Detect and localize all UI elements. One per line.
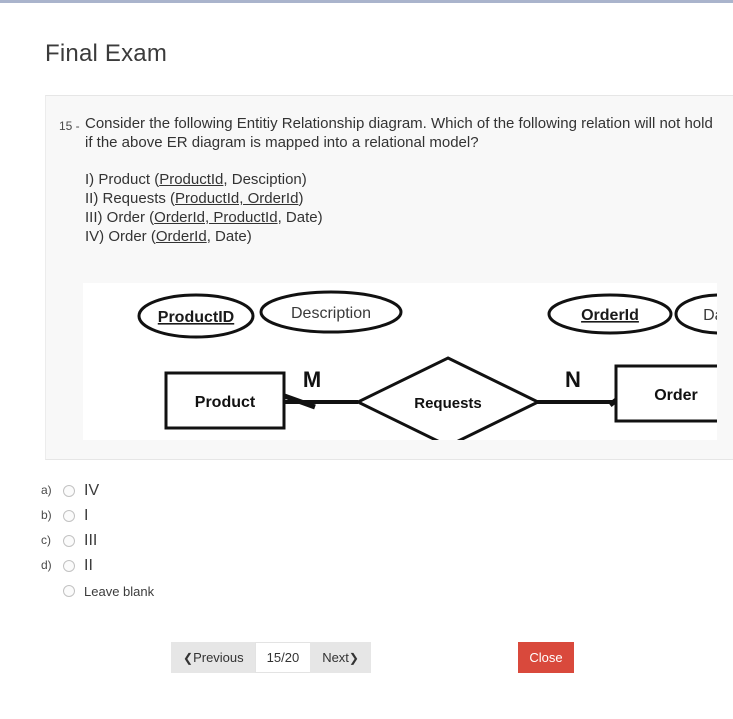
- previous-button-label: Previous: [193, 650, 244, 665]
- page-counter-label: 15/20: [266, 650, 300, 665]
- top-accent-bar: [0, 0, 733, 3]
- relationship-label: Requests: [414, 395, 482, 412]
- relation-suffix: , Date): [206, 228, 252, 245]
- attribute-label: ProductID: [158, 309, 234, 326]
- relation-suffix: , Date): [277, 209, 323, 226]
- close-button-label: Close: [529, 650, 563, 665]
- relation-key: OrderId, ProductId: [154, 209, 278, 226]
- attribute-orderid: OrderId: [547, 293, 673, 335]
- relation-suffix: ): [298, 190, 304, 207]
- relation-item: III) Order (OrderId, ProductId, Date): [85, 208, 715, 227]
- entity-label: Product: [195, 394, 256, 411]
- radio-button-c[interactable]: [63, 535, 75, 547]
- attribute-label: Description: [291, 305, 371, 322]
- relation-suffix: , Desciption): [223, 171, 307, 188]
- option-label: I: [84, 507, 89, 524]
- option-letter: b): [41, 508, 52, 522]
- option-letter: d): [41, 558, 52, 572]
- chevron-right-icon: ❯: [348, 650, 359, 665]
- relation-prefix: IV) Order (: [85, 228, 156, 245]
- relation-prefix: II) Requests (: [85, 190, 176, 207]
- question-panel: 15 - Consider the following Entitiy Rela…: [45, 95, 733, 460]
- option-row-d[interactable]: d) II: [41, 553, 441, 578]
- next-button[interactable]: Next ❯: [310, 642, 371, 673]
- attribute-label: Date: [703, 307, 717, 324]
- relation-key: OrderId: [155, 228, 207, 245]
- pagination-group: ❮ Previous 15/20 Next ❯: [171, 642, 371, 673]
- attribute-productid: ProductID: [137, 293, 255, 339]
- entity-order: Order: [614, 364, 717, 423]
- radio-button-a[interactable]: [63, 485, 75, 497]
- relation-prefix: I) Product (: [85, 171, 160, 188]
- question-stem: Consider the following Entitiy Relations…: [85, 115, 713, 151]
- relation-key: ProductId, OrderId: [175, 190, 299, 207]
- option-row-b[interactable]: b) I: [41, 503, 441, 528]
- option-letter: c): [41, 533, 51, 547]
- option-letter: a): [41, 483, 52, 497]
- radio-button-b[interactable]: [63, 510, 75, 522]
- previous-button[interactable]: ❮ Previous: [171, 642, 255, 673]
- entity-product: Product: [164, 371, 286, 430]
- option-row-c[interactable]: c) III: [41, 528, 441, 553]
- question-number: 15 -: [59, 119, 80, 133]
- option-row-a[interactable]: a) IV: [41, 478, 441, 503]
- option-label: Leave blank: [84, 584, 155, 599]
- next-button-label: Next: [322, 650, 349, 665]
- relation-item: I) Product (ProductId, Desciption): [85, 170, 715, 189]
- cardinality-left: M: [303, 367, 321, 392]
- chevron-left-icon: ❮: [183, 650, 194, 665]
- radio-button-d[interactable]: [63, 560, 75, 572]
- relation-item: IV) Order (OrderId, Date): [85, 227, 715, 246]
- answer-options: a) IV b) I c) III d) II Leave blank: [41, 478, 441, 603]
- relation-item: II) Requests (ProductId, OrderId): [85, 189, 715, 208]
- page-counter: 15/20: [254, 642, 311, 673]
- relation-key: ProductId: [159, 171, 224, 188]
- footer-navigation: ❮ Previous 15/20 Next ❯ Close: [0, 640, 733, 680]
- relation-prefix: III) Order (: [85, 209, 155, 226]
- question-body: Consider the following Entitiy Relations…: [85, 114, 715, 246]
- relation-list: I) Product (ProductId, Desciption) II) R…: [85, 170, 715, 246]
- option-label: II: [84, 557, 93, 574]
- er-diagram-image: ProductID Description OrderId Date: [83, 283, 717, 440]
- close-button[interactable]: Close: [518, 642, 574, 673]
- entity-label: Order: [654, 387, 698, 404]
- page-title: Final Exam: [45, 40, 168, 67]
- attribute-description: Description: [259, 290, 403, 334]
- attribute-label: OrderId: [581, 307, 639, 324]
- cardinality-right: N: [565, 367, 581, 392]
- exam-page: Final Exam 15 - Consider the following E…: [0, 0, 733, 719]
- option-label: IV: [84, 482, 100, 499]
- option-row-leave-blank[interactable]: Leave blank: [41, 578, 441, 603]
- option-label: III: [84, 532, 98, 549]
- radio-button-leave-blank[interactable]: [63, 585, 75, 597]
